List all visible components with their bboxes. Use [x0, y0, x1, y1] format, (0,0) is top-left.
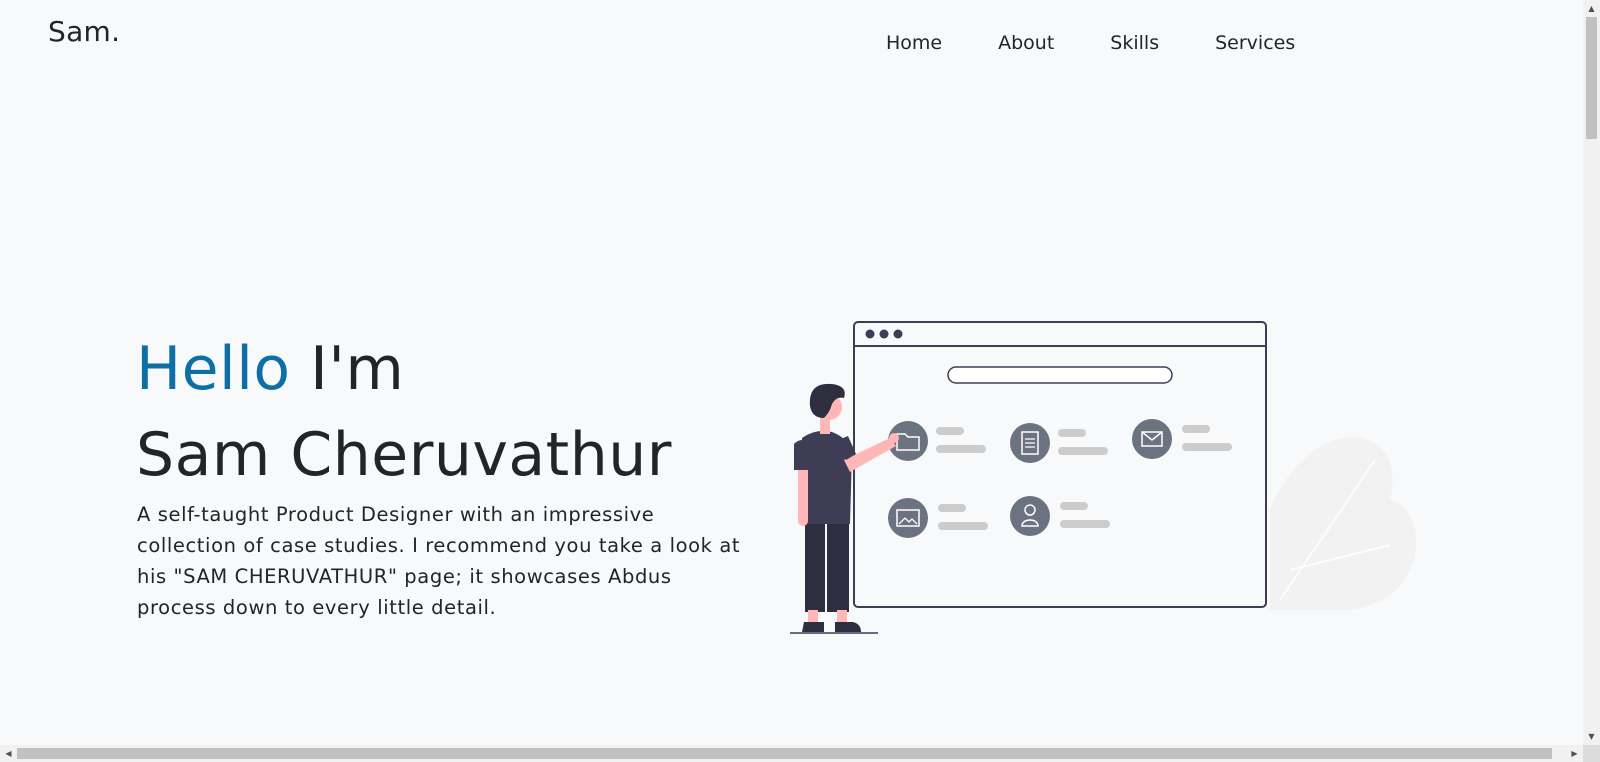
main-nav: Home About Skills Services: [886, 30, 1351, 56]
leaf-decoration: [1270, 437, 1417, 610]
vertical-scrollbar[interactable]: ▲ ▼: [1583, 0, 1600, 745]
scroll-right-arrow-icon[interactable]: ▶: [1566, 745, 1583, 762]
scroll-up-arrow-icon[interactable]: ▲: [1583, 0, 1600, 17]
hero-intro: I'm: [310, 334, 405, 404]
hero-greeting: Hello: [136, 334, 291, 404]
horizontal-scrollbar[interactable]: ◀ ▶: [0, 745, 1583, 762]
scroll-down-arrow-icon[interactable]: ▼: [1583, 728, 1600, 745]
vertical-scrollbar-thumb[interactable]: [1586, 17, 1597, 139]
brand-logo[interactable]: Sam.: [48, 15, 120, 49]
scrollbar-corner: [1583, 745, 1600, 762]
browser-window-illustration: [853, 321, 1267, 608]
hero-description: A self-taught Product Designer with an i…: [137, 503, 741, 619]
nav-about[interactable]: About: [998, 30, 1054, 56]
nav-skills[interactable]: Skills: [1110, 30, 1159, 56]
page: Sam. Home About Skills Services Hello I'…: [0, 0, 1583, 745]
scroll-left-arrow-icon[interactable]: ◀: [0, 745, 17, 762]
browser-viewport: Sam. Home About Skills Services Hello I'…: [0, 0, 1600, 762]
nav-services[interactable]: Services: [1215, 30, 1295, 56]
nav-home[interactable]: Home: [886, 30, 942, 56]
hero-name: Sam Cheruvathur: [136, 420, 672, 490]
hero-title: Hello I'm Sam Cheruvathur: [136, 326, 672, 498]
hero-illustration: [790, 321, 1417, 634]
horizontal-scrollbar-thumb[interactable]: [17, 748, 1552, 759]
